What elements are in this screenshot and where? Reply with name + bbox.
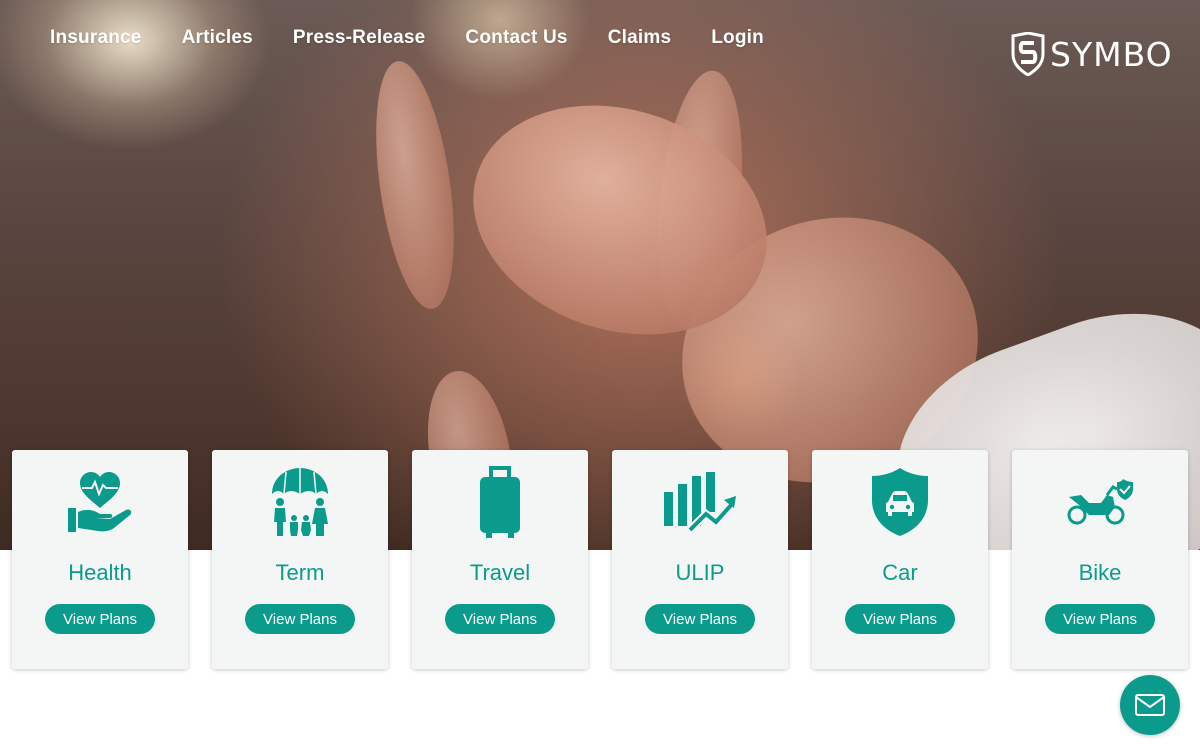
view-plans-button[interactable]: View Plans [245, 604, 355, 634]
family-umbrella-icon [260, 462, 340, 542]
nav-insurance[interactable]: Insurance [50, 27, 142, 49]
card-title: Travel [469, 560, 531, 585]
view-plans-button[interactable]: View Plans [45, 604, 155, 634]
nav-login[interactable]: Login [711, 27, 764, 49]
card-health[interactable]: Health View Plans [12, 450, 188, 669]
card-title: ULIP [675, 560, 725, 585]
nav-contact-us[interactable]: Contact Us [465, 27, 567, 49]
card-title: Health [68, 560, 132, 585]
view-plans-button[interactable]: View Plans [445, 604, 555, 634]
card-ulip[interactable]: ULIP View Plans [612, 450, 788, 669]
logo-text: SYMBO [1050, 34, 1173, 74]
card-title: Term [275, 560, 325, 585]
nav-articles[interactable]: Articles [182, 27, 253, 49]
car-shield-icon [860, 462, 940, 542]
nav-claims[interactable]: Claims [608, 27, 672, 49]
bike-check-icon [1060, 462, 1140, 542]
heart-in-hand-icon [60, 462, 140, 542]
growth-chart-icon [660, 462, 740, 542]
contact-mail-button[interactable] [1120, 675, 1180, 735]
nav-press-release[interactable]: Press-Release [293, 27, 426, 49]
card-travel[interactable]: Travel View Plans [412, 450, 588, 669]
card-title: Car [882, 560, 918, 585]
product-cards: Health View Plans Term View Plans Travel… [12, 450, 1188, 669]
card-term[interactable]: Term View Plans [212, 450, 388, 669]
shield-logo-icon [1011, 32, 1045, 76]
card-title: Bike [1078, 560, 1122, 585]
card-car[interactable]: Car View Plans [812, 450, 988, 669]
mail-icon [1135, 694, 1165, 716]
main-nav: Insurance Articles Press-Release Contact… [50, 27, 804, 49]
symbo-logo[interactable]: SYMBO [1010, 32, 1173, 76]
suitcase-icon [460, 462, 540, 542]
view-plans-button[interactable]: View Plans [645, 604, 755, 634]
view-plans-button[interactable]: View Plans [1045, 604, 1155, 634]
card-bike[interactable]: Bike View Plans [1012, 450, 1188, 669]
view-plans-button[interactable]: View Plans [845, 604, 955, 634]
